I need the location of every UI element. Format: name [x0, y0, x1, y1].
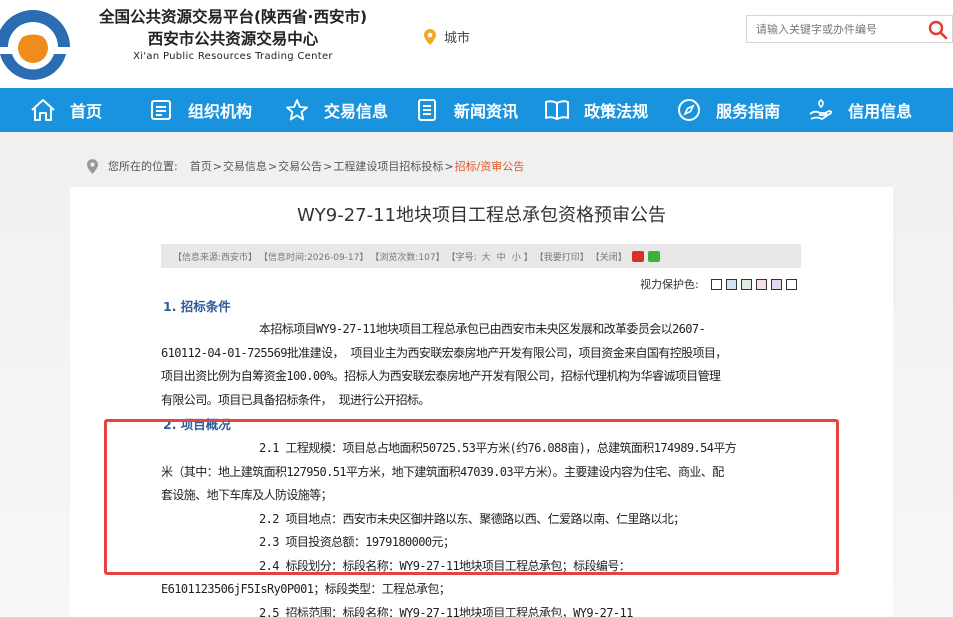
search-input[interactable] [747, 16, 917, 42]
nav-item-home[interactable]: 首页 [30, 88, 102, 132]
breadcrumb-trade-notice-link[interactable]: 交易公告 [278, 158, 322, 174]
site-title-block: 全国公共资源交易平台(陕西省·西安市) 西安市公共资源交易中心 Xi'an Pu… [68, 6, 398, 64]
nav-label: 组织机构 [188, 102, 253, 121]
article-title: WY9-27-11地块项目工程总承包资格预审公告 [296, 205, 667, 226]
site-header: 全国公共资源交易平台(陕西省·西安市) 西安市公共资源交易中心 Xi'an Pu… [0, 0, 953, 88]
meta-font-label: 【字号: [446, 252, 477, 263]
nav-item-service-guide[interactable]: 服务指南 [676, 88, 780, 132]
site-logo-icon[interactable] [0, 2, 74, 84]
breadcrumb-current[interactable]: 招标/资审公告 [455, 158, 525, 174]
weibo-share-icon[interactable] [631, 250, 644, 262]
nav-label: 交易信息 [324, 102, 389, 121]
paragraph-line: 本招标项目WY9-27-11地块项目工程总承包已由西安市未央区发展和改革委员会以… [259, 322, 706, 336]
eye-color-swatch[interactable] [785, 278, 797, 290]
paragraph-line: E6101123506jF5IsRy0P001；标段类型：工程总承包； [161, 582, 451, 596]
breadcrumb-trade-info-link[interactable]: 交易信息 [223, 158, 267, 174]
credit-icon [808, 97, 834, 123]
section-1-heading: 1. 招标条件 [163, 299, 231, 314]
meta-source: 【信息来源:西安市】 [173, 252, 258, 263]
close-button[interactable]: 【关闭】 [591, 250, 627, 263]
meta-font-close: 】 [523, 252, 533, 263]
eye-protect-label: 视力保护色: [640, 278, 699, 291]
nav-item-trade-info[interactable]: 交易信息 [284, 88, 388, 132]
city-selector[interactable]: 城市 [424, 27, 470, 46]
breadcrumb-home-link[interactable]: 首页 [190, 158, 212, 174]
nav-label: 新闻资讯 [454, 102, 519, 121]
article-meta-bar: 【信息来源:西安市】 【信息时间:2026-09-17】 【浏览次数:107】 … [161, 244, 801, 268]
main-nav: 首页 组织机构 交易信息 新闻资讯 政策法规 服务指南 信用信息 [0, 88, 953, 132]
wechat-share-icon[interactable] [647, 250, 660, 262]
search-icon[interactable] [928, 20, 948, 40]
compass-icon [676, 97, 702, 123]
eye-color-swatch[interactable] [740, 278, 752, 290]
breadcrumb-bidding-link[interactable]: 工程建设项目招标投标 [333, 158, 443, 174]
site-title-english: Xi'an Public Resources Trading Center [133, 51, 333, 62]
organization-icon [148, 97, 174, 123]
nav-item-credit[interactable]: 信用信息 [808, 88, 912, 132]
star-icon [284, 97, 310, 123]
location-pin-icon [424, 28, 436, 45]
nav-item-news[interactable]: 新闻资讯 [414, 88, 518, 132]
font-size-large-button[interactable]: 大 [482, 250, 491, 263]
nav-label: 信用信息 [848, 102, 913, 121]
print-button[interactable]: 【我要打印】 [535, 250, 589, 263]
nav-label: 首页 [70, 102, 103, 121]
breadcrumb-prefix: 您所在的位置: [108, 160, 178, 173]
breadcrumb: 您所在的位置: 首页 > 交易信息 > 交易公告 > 工程建设项目招标投标 > … [87, 158, 524, 174]
location-pin-icon [87, 158, 98, 174]
eye-protect-colors: 视力保护色: [640, 276, 797, 292]
site-title-main: 全国公共资源交易平台(陕西省·西安市) [98, 8, 368, 26]
nav-item-policy[interactable]: 政策法规 [544, 88, 648, 132]
section-1-body: 本招标项目WY9-27-11地块项目工程总承包已由西安市未央区发展和改革委员会以… [161, 318, 811, 412]
nav-label: 服务指南 [716, 102, 781, 121]
eye-color-swatch[interactable] [770, 278, 782, 290]
nav-item-organization[interactable]: 组织机构 [148, 88, 252, 132]
paragraph-line: 610112-04-01-725569批准建设， 项目业主为西安联宏泰房地产开发… [161, 345, 727, 360]
city-label: 城市 [444, 31, 471, 46]
news-icon [414, 97, 440, 123]
search-box [746, 15, 953, 43]
meta-time: 【信息时间:2026-09-17】 [259, 252, 369, 263]
highlight-annotation-box [104, 419, 839, 575]
breadcrumb-separator: > [444, 159, 454, 173]
breadcrumb-separator: > [212, 159, 222, 173]
site-title-center: 西安市公共资源交易中心 [147, 30, 319, 48]
font-size-medium-button[interactable]: 中 [497, 250, 506, 263]
paragraph-line: 项目出资比例为自筹资金100.00%。招标人为西安联宏泰房地产开发有限公司，招标… [161, 369, 721, 383]
breadcrumb-separator: > [267, 159, 278, 173]
book-icon [544, 97, 570, 123]
eye-color-swatch[interactable] [755, 278, 767, 290]
share-icons [631, 250, 660, 262]
eye-color-swatch[interactable] [710, 278, 722, 290]
eye-color-swatch[interactable] [725, 278, 737, 290]
breadcrumb-separator: > [323, 159, 333, 173]
font-size-small-button[interactable]: 小 [512, 250, 521, 263]
nav-label: 政策法规 [584, 102, 649, 121]
home-icon [30, 97, 56, 123]
paragraph-line: 2.5 招标范围：标段名称：WY9-27-11地块项目工程总承包，WY9-27-… [259, 605, 633, 617]
meta-views: 【浏览次数:107】 [370, 252, 445, 263]
paragraph-line: 有限公司。项目已具备招标条件， 现进行公开招标。 [161, 392, 430, 407]
